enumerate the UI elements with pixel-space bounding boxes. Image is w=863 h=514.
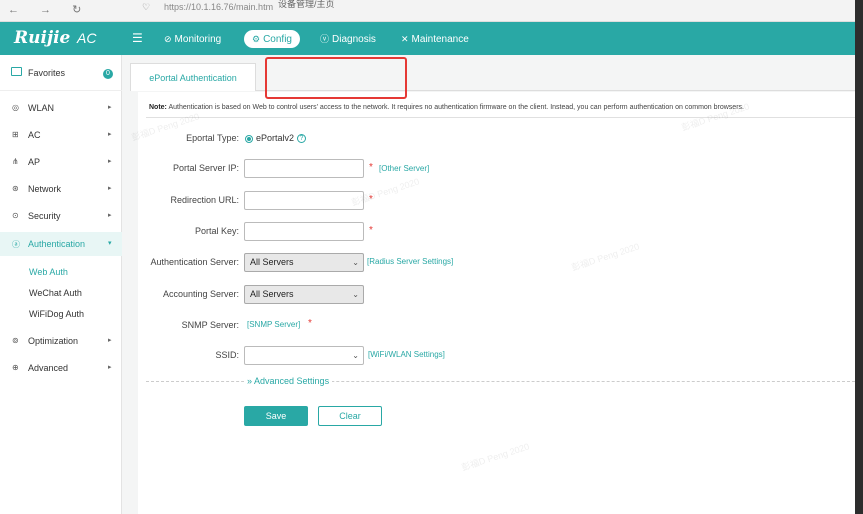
eportal-type-value: ePortalv2: [256, 133, 295, 143]
nav-maintenance[interactable]: ✕ Maintenance: [393, 30, 477, 48]
save-button[interactable]: Save: [244, 406, 308, 426]
radius-server-settings-link[interactable]: [Radius Server Settings]: [367, 257, 453, 266]
browser-toolbar: ← → ↻ ♡ https://10.1.16.76/main.htm 设备管理/…: [0, 0, 863, 22]
wrench-icon: ✕: [401, 34, 409, 44]
nav-config[interactable]: ⚙ Config: [244, 30, 300, 48]
optimization-icon: ⊚: [12, 336, 19, 345]
ap-icon: ⋔: [12, 157, 19, 166]
sidebar-subitem-web-auth[interactable]: Web Auth: [29, 267, 68, 277]
nav-monitoring[interactable]: ⊘ Monitoring: [156, 30, 229, 48]
chevron-right-icon: ▸: [108, 337, 112, 344]
diagnosis-icon: ⓥ: [320, 34, 330, 44]
favorites-icon: [11, 67, 22, 76]
sidebar-item-security[interactable]: ⊙ Security ▸: [0, 204, 122, 228]
browser-tab-title: 设备管理/主页: [278, 0, 335, 9]
acct-server-label: Accounting Server:: [162, 289, 239, 299]
shield-icon: ⊙: [12, 211, 19, 220]
portal-server-ip-input[interactable]: [244, 159, 364, 178]
tab-bar: ePortal Authentication: [130, 63, 855, 91]
portal-key-label: Portal Key:: [194, 226, 239, 236]
eportal-type-radio[interactable]: [245, 135, 253, 143]
tab-eportal-authentication[interactable]: ePortal Authentication: [130, 63, 256, 91]
menu-toggle-icon[interactable]: ☰: [132, 31, 143, 45]
acct-server-select[interactable]: All Servers ⌄: [244, 285, 364, 304]
auth-server-label: Authentication Server:: [150, 257, 239, 267]
chevron-down-icon: ▾: [108, 240, 112, 247]
required-mark: *: [308, 318, 312, 329]
gear-icon: ⚙: [252, 34, 261, 44]
snmp-server-link[interactable]: [SNMP Server]: [247, 320, 300, 329]
product-name: AC: [77, 30, 97, 46]
redirection-url-label: Redirection URL:: [170, 195, 239, 205]
ac-icon: ⊞: [12, 130, 19, 139]
monitor-icon: ⊘: [164, 34, 172, 44]
advanced-settings-toggle[interactable]: » Advanced Settings: [244, 376, 333, 386]
snmp-server-label: SNMP Server:: [181, 320, 239, 330]
other-server-link[interactable]: [Other Server]: [379, 164, 429, 173]
chevron-right-icon: ▸: [108, 185, 112, 192]
advanced-icon: ⊕: [12, 363, 19, 372]
required-mark: *: [369, 162, 373, 173]
nav-diagnosis[interactable]: ⓥ Diagnosis: [312, 30, 384, 48]
favorites-count-badge: 0: [103, 69, 113, 79]
top-navigation-bar: Ruijie AC ☰ ⊘ Monitoring ⚙ Config ⓥ Diagnos…: [0, 22, 863, 55]
chevron-right-icon: ▸: [108, 364, 112, 371]
main-content: ePortal Authentication Note: Authenticat…: [122, 55, 855, 514]
sidebar-item-wlan[interactable]: ◎ WLAN ▸: [0, 96, 122, 120]
portal-key-input[interactable]: [244, 222, 364, 241]
window-edge: [855, 0, 863, 514]
browser-nav-icons[interactable]: ← → ↻: [8, 3, 90, 16]
shield-icon: ♡: [142, 2, 151, 12]
chevron-right-icon: ▸: [108, 212, 112, 219]
ruijie-logo: Ruijie: [14, 28, 71, 48]
chevron-down-icon: ⌄: [352, 351, 359, 360]
clear-button[interactable]: Clear: [318, 406, 382, 426]
wifi-wlan-settings-link[interactable]: [WiFi/WLAN Settings]: [368, 350, 445, 359]
auth-server-select[interactable]: All Servers ⌄: [244, 253, 364, 272]
user-icon: ⓐ: [12, 240, 20, 249]
help-icon[interactable]: ?: [297, 134, 306, 143]
wifi-icon: ◎: [12, 103, 19, 112]
ssid-label: SSID:: [215, 350, 239, 360]
url-text: https://10.1.16.76/main.htm: [164, 2, 274, 12]
double-chevron-icon: »: [247, 376, 255, 386]
sidebar-subitem-wifidog-auth[interactable]: WiFiDog Auth: [29, 309, 84, 319]
redirection-url-input[interactable]: [244, 191, 364, 210]
chevron-down-icon: ⌄: [352, 290, 359, 299]
portal-server-ip-label: Portal Server IP:: [172, 163, 239, 173]
required-mark: *: [369, 225, 373, 236]
sidebar-favorites[interactable]: Favorites 0: [0, 55, 122, 91]
chevron-down-icon: ⌄: [352, 258, 359, 267]
highlight-annotation-box: [265, 57, 407, 99]
ssid-select[interactable]: ⌄: [244, 346, 364, 365]
chevron-right-icon: ▸: [108, 104, 112, 111]
sidebar: Favorites 0 ◎ WLAN ▸ ⊞ AC ▸ ⋔ AP ▸ ⊛ Net…: [0, 55, 122, 514]
network-icon: ⊛: [12, 184, 19, 193]
